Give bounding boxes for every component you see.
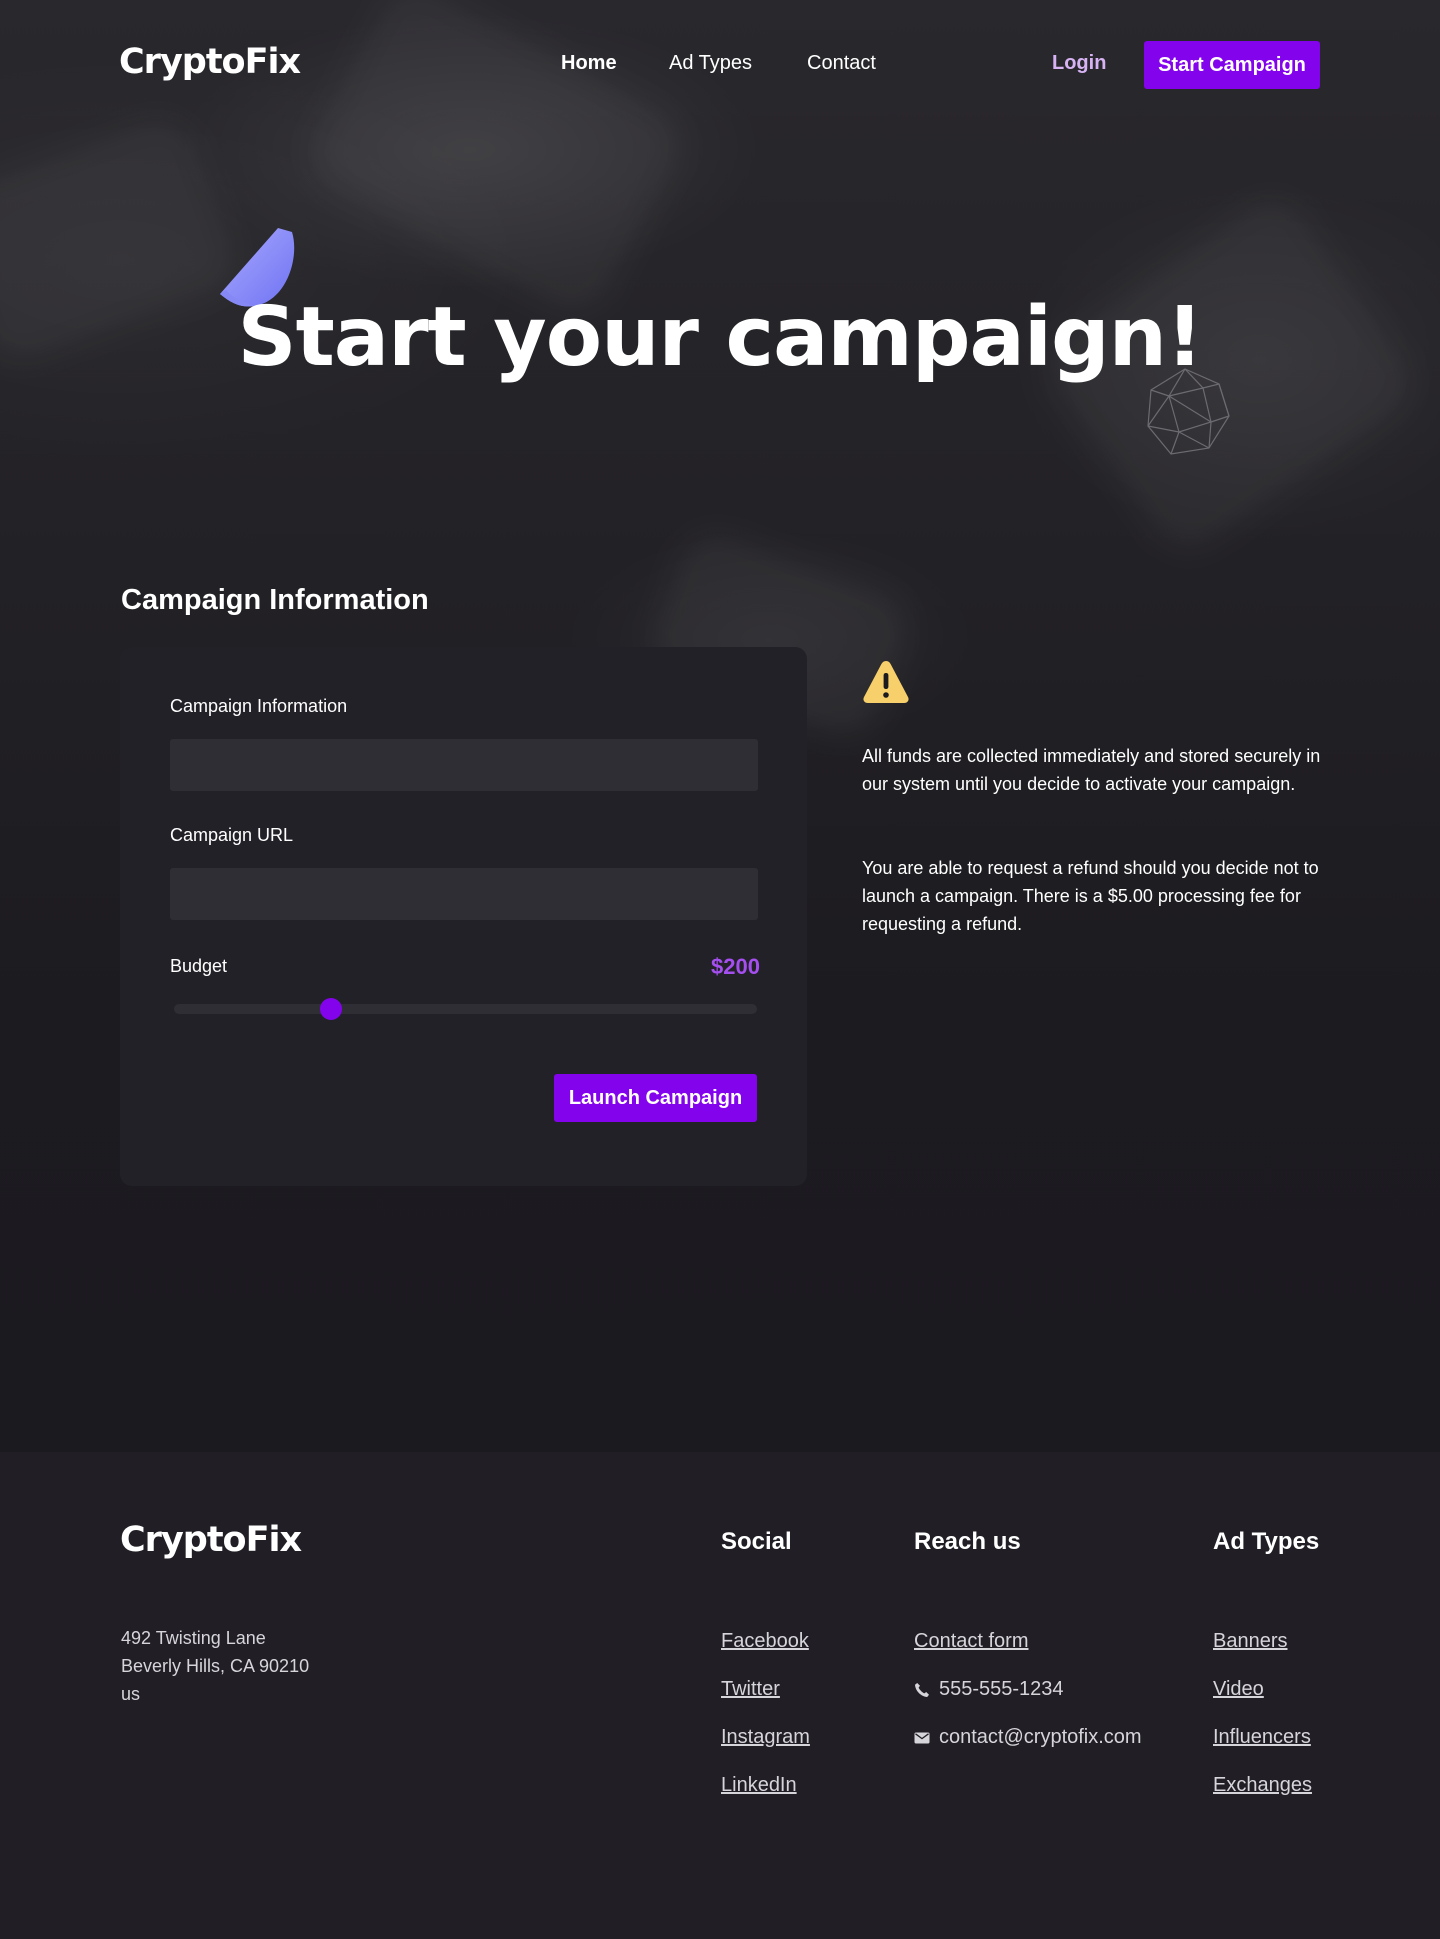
warning-icon bbox=[863, 661, 909, 703]
top-nav: CryptoFix Home Ad Types Contact Login St… bbox=[0, 0, 1440, 130]
brand-logo[interactable]: CryptoFix bbox=[119, 42, 301, 82]
footer-link-exchanges[interactable]: Exchanges bbox=[1213, 1774, 1312, 1797]
phone-icon bbox=[914, 1682, 930, 1698]
footer-link-twitter[interactable]: Twitter bbox=[721, 1678, 780, 1701]
budget-label: Budget bbox=[170, 956, 228, 976]
footer-link-contact-form[interactable]: Contact form bbox=[914, 1630, 1028, 1653]
campaign-name-input[interactable] bbox=[170, 739, 758, 791]
icosahedron-wireframe-icon bbox=[1147, 368, 1230, 455]
refund-notice-text: You are able to request a refund should … bbox=[862, 858, 1319, 934]
campaign-url-input[interactable] bbox=[170, 868, 758, 920]
footer-link-influencers[interactable]: Influencers bbox=[1213, 1726, 1311, 1749]
phone-number: 555-555-1234 bbox=[939, 1678, 1064, 1700]
nav-link-ad-types[interactable]: Ad Types bbox=[669, 52, 752, 75]
mail-icon bbox=[914, 1732, 930, 1744]
address-line: Beverly Hills, CA 90210 bbox=[121, 1656, 310, 1676]
login-link[interactable]: Login bbox=[1052, 52, 1106, 75]
footer-email: contact@cryptofix.com bbox=[914, 1726, 1142, 1749]
budget-slider-thumb[interactable] bbox=[320, 998, 343, 1020]
budget-slider[interactable] bbox=[174, 998, 757, 1020]
funds-notice-text: All funds are collected immediately and … bbox=[862, 746, 1321, 794]
footer-link-linkedin[interactable]: LinkedIn bbox=[721, 1774, 797, 1797]
footer-reach-title: Reach us bbox=[914, 1528, 1021, 1555]
address-line: us bbox=[121, 1684, 141, 1704]
launch-campaign-button[interactable]: Launch Campaign bbox=[554, 1074, 757, 1122]
footer-brand-logo[interactable]: CryptoFix bbox=[120, 1520, 302, 1560]
nav-link-contact[interactable]: Contact bbox=[807, 52, 876, 75]
campaign-section-title: Campaign Information bbox=[121, 584, 429, 616]
footer: CryptoFix 492 Twisting Lane Beverly Hill… bbox=[0, 1452, 1440, 1939]
footer-address: 492 Twisting Lane Beverly Hills, CA 9021… bbox=[121, 1624, 309, 1708]
footer-link-facebook[interactable]: Facebook bbox=[721, 1630, 809, 1653]
email-address[interactable]: contact@cryptofix.com bbox=[939, 1726, 1142, 1749]
footer-link-video[interactable]: Video bbox=[1213, 1678, 1264, 1701]
footer-phone: 555-555-1234 bbox=[914, 1678, 1064, 1701]
budget-value: $200 bbox=[711, 954, 760, 979]
start-campaign-button[interactable]: Start Campaign bbox=[1144, 41, 1320, 89]
footer-link-banners[interactable]: Banners bbox=[1213, 1630, 1288, 1653]
footer-link-instagram[interactable]: Instagram bbox=[721, 1726, 810, 1749]
footer-ad-types-title: Ad Types bbox=[1213, 1528, 1320, 1555]
address-line: 492 Twisting Lane bbox=[121, 1628, 266, 1648]
campaign-url-label: Campaign URL bbox=[170, 825, 294, 845]
nav-link-home[interactable]: Home bbox=[561, 52, 617, 75]
campaign-name-label: Campaign Information bbox=[170, 696, 348, 716]
footer-social-title: Social bbox=[721, 1528, 792, 1555]
